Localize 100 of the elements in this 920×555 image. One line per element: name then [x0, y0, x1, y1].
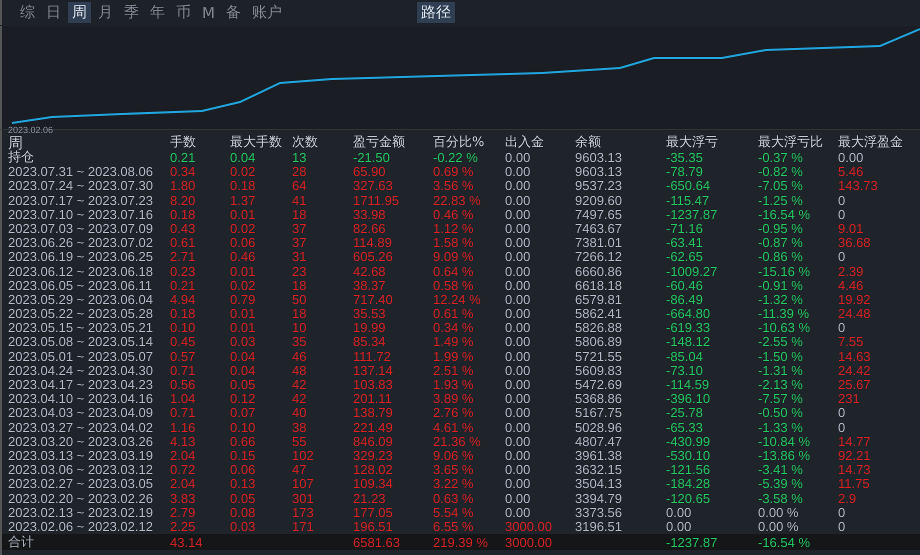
- table-cell-text: 0.00: [505, 236, 532, 250]
- table-cell-text: 2.9: [838, 492, 858, 506]
- table-cell-text: 23: [292, 264, 308, 279]
- table-cell-text: 5472.69: [575, 378, 623, 392]
- tab[interactable]: 账户: [248, 2, 286, 23]
- date-label: 2023.02.06: [8, 125, 54, 135]
- table-cell-text: 0.01: [230, 208, 256, 222]
- table-cell-text: 0.04: [230, 350, 256, 364]
- table-cell-text: 196.51: [353, 520, 394, 534]
- row-label: 2023.04.10 ~ 2023.04.16: [8, 392, 154, 406]
- table-cell-text: 0.45: [170, 335, 196, 350]
- table-cell-text: -86.49: [666, 292, 704, 308]
- table-cell-text: -85.04: [666, 350, 704, 364]
- table-cell-text: 0: [838, 321, 846, 336]
- table-cell-text: 42: [292, 378, 308, 392]
- table-cell-text: 327.63: [353, 179, 394, 194]
- table-cell-text: 0.00: [505, 222, 532, 236]
- column-header: 最大手数: [230, 135, 283, 151]
- table-cell-text: 0.00: [505, 179, 532, 194]
- table-cell-text: 0.61: [170, 236, 196, 250]
- table-cell-text: 0.00: [666, 520, 692, 534]
- table-cell-text: 138.79: [353, 406, 394, 421]
- table-cell-text: -0.91 %: [758, 278, 804, 293]
- table-cell-text: 55: [292, 434, 308, 449]
- column-header: 周: [8, 135, 23, 151]
- table-cell-text: 5826.88: [575, 321, 623, 336]
- table-cell-text: 37: [292, 222, 308, 236]
- table-cell-text: 0.00: [505, 364, 532, 378]
- row-label: 合计: [8, 534, 35, 552]
- table-cell-text: 0.00: [505, 278, 532, 293]
- table-cell-text: 1.37: [230, 194, 256, 208]
- table-cell-text: 0.00: [505, 378, 532, 392]
- table-cell-text: 0.00: [505, 392, 532, 406]
- tab[interactable]: 年: [146, 2, 169, 23]
- tab[interactable]: M: [198, 2, 219, 22]
- table-cell-text: 4.61 %: [433, 420, 474, 435]
- row-label: 持仓: [8, 151, 35, 166]
- table-cell-text: -15.16 %: [758, 264, 812, 279]
- tab[interactable]: 月: [94, 2, 117, 23]
- table-cell-text: 9603.13: [575, 165, 623, 180]
- table-cell-text: 109.34: [353, 477, 394, 492]
- row-label: 2023.04.17 ~ 2023.04.23: [8, 378, 154, 392]
- table-cell-text: -184.28: [666, 477, 712, 492]
- table-cell-text: 82.66: [353, 222, 387, 236]
- table-cell-text: -0.95 %: [758, 222, 804, 236]
- tab[interactable]: 周: [68, 2, 91, 23]
- row-label: 2023.06.05 ~ 2023.06.11: [8, 278, 153, 293]
- table-cell-text: 3.65 %: [433, 463, 474, 478]
- tab[interactable]: 日: [42, 2, 65, 23]
- table-cell-text: -650.64: [666, 179, 712, 194]
- table-cell-text: 2.79: [170, 506, 196, 520]
- table-cell-text: 0.00: [505, 292, 532, 308]
- table-cell-text: 0.10: [170, 321, 196, 336]
- table-cell-text: -396.10: [666, 392, 712, 406]
- row-label: 2023.04.24 ~ 2023.04.30: [8, 364, 154, 378]
- table-cell-text: -148.12: [666, 335, 712, 350]
- table-cell-text: 0.03: [230, 335, 256, 350]
- table-cell-text: 22.83 %: [433, 194, 482, 208]
- table-cell-text: -7.57 %: [758, 392, 804, 406]
- table-cell-text: 46: [292, 350, 308, 364]
- table-cell-text: 605.26: [353, 250, 394, 265]
- row-label: 2023.02.13 ~ 2023.02.19: [8, 506, 154, 520]
- table-cell-text: 0: [838, 420, 846, 435]
- row-label: 2023.07.24 ~ 2023.07.30: [8, 179, 154, 194]
- table-cell-text: 38: [292, 420, 308, 435]
- table-cell-text: 14.63: [838, 350, 872, 364]
- table-cell-text: 0.00: [505, 307, 532, 322]
- table-cell-text: 10: [292, 321, 308, 336]
- table-cell-text: 2.04: [170, 448, 196, 464]
- table-cell-text: 9209.60: [575, 194, 623, 208]
- table-cell-text: 0.00: [505, 208, 532, 222]
- table-cell-text: 0.79: [230, 292, 256, 308]
- tab[interactable]: 季: [120, 2, 143, 23]
- table-cell-text: -0.50 %: [758, 406, 804, 421]
- table-cell-text: 7.55: [838, 335, 864, 350]
- table-cell-text: 9603.13: [575, 151, 623, 166]
- table-cell-text: -60.46: [666, 278, 704, 293]
- table-cell-text: 0.02: [230, 278, 256, 293]
- table-cell-text: 0.71: [170, 406, 196, 421]
- table-cell-text: -16.54 %: [758, 208, 812, 222]
- table-cell-text: 0.00: [505, 492, 532, 506]
- tab[interactable]: 综: [16, 2, 39, 23]
- table-cell-text: 0.46 %: [433, 208, 474, 222]
- tab[interactable]: 币: [172, 2, 195, 23]
- column-header: 最大浮盈金: [838, 135, 904, 151]
- table-cell-text: 14.73: [838, 463, 872, 478]
- table-cell-text: 0.66: [230, 434, 256, 449]
- column-header: 最大浮亏比: [758, 135, 824, 151]
- tab[interactable]: 路径: [416, 2, 455, 23]
- table-cell-text: 717.40: [353, 292, 394, 308]
- table-cell-text: 31: [292, 250, 308, 265]
- table-cell-text: 13: [292, 151, 308, 166]
- tab[interactable]: 备: [222, 2, 245, 23]
- table-cell-text: 5368.86: [575, 392, 623, 406]
- table-cell-text: -0.87 %: [758, 236, 804, 250]
- table-cell-text: -2.55 %: [758, 335, 804, 350]
- table-cell-text: -10.84 %: [758, 434, 812, 449]
- table-cell-text: 0.18: [230, 179, 256, 194]
- table-cell-text: 3394.79: [575, 492, 623, 506]
- table-cell-text: -1.32 %: [758, 292, 804, 308]
